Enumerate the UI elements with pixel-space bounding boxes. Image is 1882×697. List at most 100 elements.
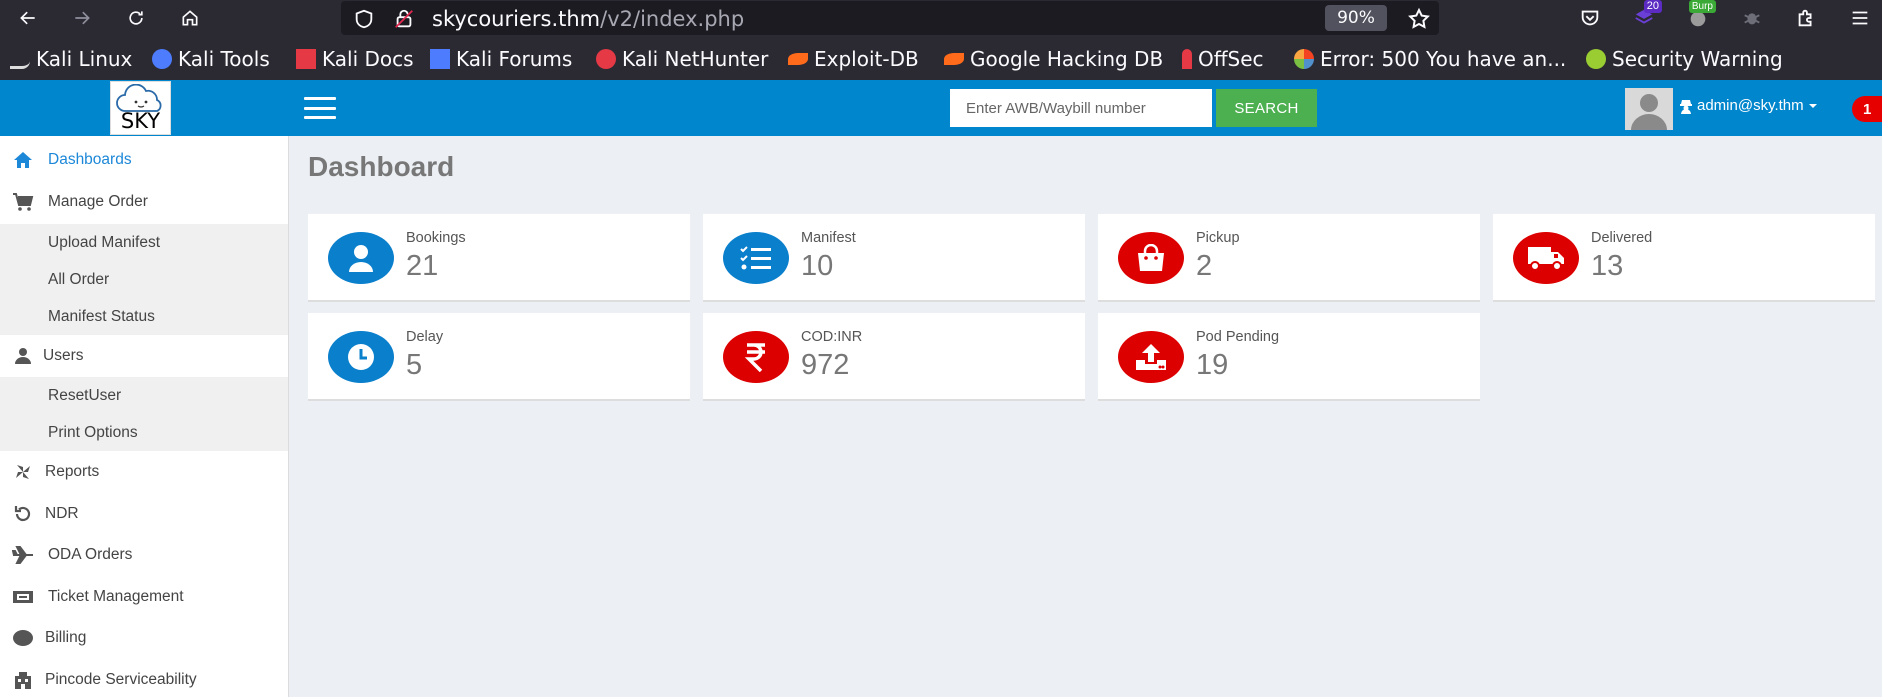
bookmark-kali-forums[interactable]: Kali Forums — [430, 47, 572, 71]
stat-card-manifest[interactable]: Manifest 10 — [703, 214, 1085, 302]
burp-extension-button[interactable]: Burp — [1684, 0, 1716, 32]
sidebar-item-label: Billing — [45, 629, 87, 646]
bookmark-label: Kali Linux — [36, 47, 133, 71]
address-bar[interactable]: skycouriers.thm/v2/index.php 90% — [341, 1, 1439, 35]
security-warning-icon — [1586, 49, 1606, 69]
extension-bug-button[interactable] — [1738, 4, 1766, 32]
notification-badge[interactable]: 1 — [1852, 96, 1882, 122]
bookmark-label: Kali Forums — [456, 47, 573, 71]
bookmark-star-icon[interactable] — [1407, 7, 1431, 31]
ublock-extension-button[interactable]: 20 — [1630, 0, 1662, 32]
awb-search-input[interactable] — [950, 89, 1212, 127]
back-button[interactable] — [14, 4, 42, 32]
kali-dragon-icon — [10, 49, 30, 69]
bookmark-offsec[interactable]: OffSec — [1182, 47, 1264, 71]
sidebar-item-ndr[interactable]: NDR — [0, 502, 288, 526]
sidebar-item-dashboards[interactable]: Dashboards — [0, 148, 288, 172]
sidebar-item-manage-order[interactable]: Manage Order — [0, 190, 288, 214]
puzzle-piece-icon — [1798, 9, 1812, 27]
card-value: 972 — [801, 349, 850, 381]
shopping-bag-icon — [1118, 232, 1184, 284]
stat-card-pickup[interactable]: Pickup 2 — [1098, 214, 1480, 302]
stat-card-delivered[interactable]: Delivered 13 — [1493, 214, 1875, 302]
reload-button[interactable] — [122, 4, 150, 32]
sidebar-item-users[interactable]: Users — [0, 344, 288, 368]
url-path: /v2/index.php — [600, 7, 745, 31]
pocket-button[interactable] — [1576, 4, 1604, 32]
card-label: Manifest — [801, 230, 856, 246]
submenu-item-upload-manifest[interactable]: Upload Manifest — [48, 234, 160, 252]
sidebar: Dashboards Manage Order Upload Manifest … — [0, 136, 289, 697]
stat-card-delay[interactable]: Delay 5 — [308, 313, 690, 401]
user-icon — [11, 344, 35, 368]
sidebar-item-billing[interactable]: Billing — [0, 626, 288, 650]
users-submenu: ResetUser Print Options — [0, 377, 288, 451]
bookmark-google-hacking-db[interactable]: Google Hacking DB — [944, 47, 1163, 71]
user-menu-dropdown[interactable]: admin@sky.thm — [1679, 97, 1818, 114]
forward-button[interactable] — [68, 4, 96, 32]
app-header: SKY SEARCH admin@sky.thm 1 — [0, 80, 1882, 136]
bookmark-label: Exploit-DB — [814, 47, 919, 71]
bookmark-label: Kali NetHunter — [622, 47, 769, 71]
bookmark-error-500[interactable]: Error: 500 You have an... — [1294, 47, 1566, 71]
sidebar-item-label: Manage Order — [48, 193, 148, 210]
tracking-shield-icon[interactable] — [353, 8, 375, 30]
page-title: Dashboard — [308, 151, 455, 182]
submenu-item-print-options[interactable]: Print Options — [48, 424, 138, 442]
hamburger-line — [304, 116, 336, 119]
bookmark-security-warning[interactable]: Security Warning — [1586, 47, 1783, 71]
card-label: Delay — [406, 329, 444, 345]
sidebar-item-pincode-serviceability[interactable]: Pincode Serviceability — [0, 668, 288, 692]
sidebar-item-label: NDR — [45, 505, 79, 522]
extensions-button[interactable] — [1792, 4, 1820, 32]
sidebar-item-label: Pincode Serviceability — [45, 671, 197, 688]
rupee-icon — [723, 331, 789, 383]
sidebar-item-label: Users — [43, 347, 84, 364]
sidebar-item-reports[interactable]: Reports — [0, 460, 288, 484]
bookmark-kali-tools[interactable]: Kali Tools — [152, 47, 270, 71]
insecure-lock-icon[interactable] — [393, 8, 415, 30]
card-label: Delivered — [1591, 230, 1653, 246]
pocket-icon — [1581, 10, 1599, 26]
bookmark-kali-nethunter[interactable]: Kali NetHunter — [596, 47, 768, 71]
bookmark-kali-docs[interactable]: Kali Docs — [296, 47, 414, 71]
sidebar-item-label: Ticket Management — [48, 588, 184, 605]
zoom-level-badge[interactable]: 90% — [1325, 5, 1387, 31]
list-check-icon — [723, 232, 789, 284]
stat-card-cod-inr[interactable]: COD:INR 972 — [703, 313, 1085, 401]
stat-card-pod-pending[interactable]: Pod Pending 19 — [1098, 313, 1480, 401]
submenu-item-reset-user[interactable]: ResetUser — [48, 387, 121, 405]
home-button[interactable] — [176, 4, 204, 32]
hamburger-menu-icon — [1852, 11, 1868, 25]
search-button[interactable]: SEARCH — [1216, 89, 1317, 127]
submenu-item-manifest-status[interactable]: Manifest Status — [48, 308, 155, 326]
card-label: Pickup — [1196, 230, 1240, 246]
shopping-cart-icon — [11, 190, 35, 214]
user-silhouette-icon — [1631, 94, 1667, 130]
sidebar-item-oda-orders[interactable]: ODA Orders — [0, 543, 288, 567]
hamburger-line — [304, 97, 336, 100]
avatar[interactable] — [1625, 88, 1673, 130]
bookmark-exploit-db[interactable]: Exploit-DB — [788, 47, 919, 71]
truck-icon — [1513, 232, 1579, 284]
browser-toolbar: skycouriers.thm/v2/index.php 90% 20 Burp — [0, 0, 1882, 36]
stat-card-bookings[interactable]: Bookings 21 — [308, 214, 690, 302]
sidebar-toggle-button[interactable] — [304, 97, 336, 119]
sidebar-item-label: Reports — [45, 463, 100, 480]
back-arrow-icon — [20, 11, 35, 25]
fan-icon — [11, 460, 35, 484]
submenu-item-all-order[interactable]: All Order — [48, 271, 109, 289]
bookmark-label: Kali Docs — [322, 47, 414, 71]
user-email: admin@sky.thm — [1697, 97, 1804, 114]
url-text[interactable]: skycouriers.thm/v2/index.php — [432, 7, 744, 31]
ticket-icon — [11, 585, 35, 609]
sidebar-item-ticket-management[interactable]: Ticket Management — [0, 585, 288, 609]
forward-arrow-icon — [75, 11, 90, 25]
sky-logo[interactable]: SKY — [110, 81, 171, 135]
kali-forums-icon — [430, 49, 450, 69]
bookmark-label: Kali Tools — [178, 47, 270, 71]
app-menu-button[interactable] — [1846, 4, 1874, 32]
bookmark-kali-linux[interactable]: Kali Linux — [10, 47, 132, 71]
cloud-logo-icon — [116, 84, 162, 112]
kali-tools-icon — [152, 49, 172, 69]
